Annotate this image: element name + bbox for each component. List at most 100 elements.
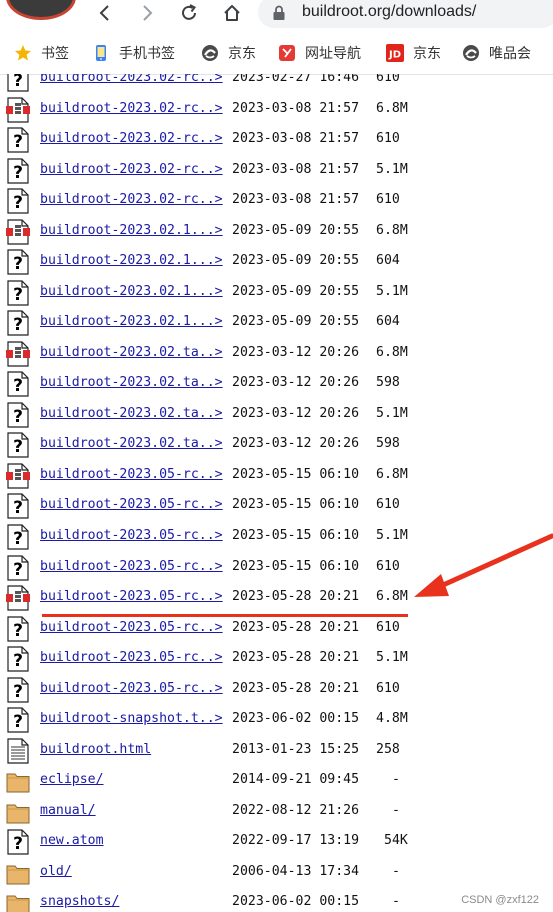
file-size: 610 [376, 192, 400, 208]
compressed-file-icon [6, 585, 30, 611]
back-button[interactable] [92, 0, 118, 26]
modified-date: 2023-03-08 21:57 [232, 192, 360, 208]
modified-date: 2023-03-12 20:26 [232, 405, 360, 421]
reload-button[interactable] [176, 0, 202, 26]
modified-date: 2022-09-17 13:19 [232, 833, 360, 849]
file-link[interactable]: buildroot-2023.02-rc..> [40, 74, 223, 85]
file-link[interactable]: buildroot-2023.02.1...> [40, 284, 223, 299]
home-icon [224, 5, 240, 21]
bookmark-item[interactable]: 书签 [14, 42, 69, 64]
file-link[interactable]: buildroot-2023.02-rc..> [40, 192, 223, 207]
modified-date: 2023-03-12 20:26 [232, 375, 360, 391]
modified-date: 2023-05-09 20:55 [232, 314, 360, 330]
file-size: 604 [376, 314, 400, 330]
svg-text:?: ? [13, 376, 23, 396]
file-link[interactable]: buildroot-2023.05-rc..> [40, 650, 223, 665]
unknown-file-icon: ? [6, 493, 30, 519]
home-button[interactable] [219, 0, 245, 26]
svg-text:?: ? [13, 254, 23, 274]
file-link[interactable]: buildroot-2023.05-rc..> [40, 528, 223, 543]
file-link[interactable]: buildroot-2023.05-rc..> [40, 589, 223, 604]
list-item: eclipse/2014-09-21 09:45 - [0, 766, 553, 796]
file-size: 5.1M [376, 161, 408, 177]
bookmarks-bar: 书签 手机书签 京东 网址导航 JD 京东 唯品会 [0, 32, 553, 75]
lock-icon[interactable] [272, 5, 286, 21]
unknown-file-icon: ? [6, 432, 30, 458]
bookmark-label: 网址导航 [305, 45, 361, 61]
svg-text:?: ? [13, 529, 23, 549]
modified-date: 2013-01-23 15:25 [232, 741, 360, 757]
bookmark-item[interactable]: 唯品会 [462, 42, 531, 64]
file-size: 54K [384, 833, 408, 849]
unknown-file-icon: ? [6, 127, 30, 153]
bookmark-item[interactable]: JD 京东 [386, 42, 441, 64]
file-link[interactable]: buildroot-snapshot.t..> [40, 711, 223, 726]
file-size: - [392, 772, 400, 788]
address-bar[interactable]: buildroot.org/downloads/ [258, 0, 553, 28]
modified-date: 2023-05-15 06:10 [232, 466, 360, 482]
file-size: 4.8M [376, 711, 408, 727]
unknown-file-icon: ? [6, 402, 30, 428]
modified-date: 2006-04-13 17:34 [232, 863, 360, 879]
svg-text:?: ? [13, 682, 23, 702]
file-size: 5.1M [376, 405, 408, 421]
unknown-file-icon: ? [6, 249, 30, 275]
file-link[interactable]: manual/ [40, 803, 96, 818]
file-link[interactable]: buildroot-2023.05-rc..> [40, 681, 223, 696]
file-link[interactable]: buildroot-2023.05-rc..> [40, 467, 223, 482]
list-item: buildroot-2023.05-rc..> 2023-05-15 06:10 6… [0, 461, 553, 491]
file-link[interactable]: buildroot.html [40, 742, 151, 757]
svg-text:?: ? [13, 651, 23, 671]
file-link[interactable]: buildroot-2023.02-rc..> [40, 162, 223, 177]
folder-icon [6, 768, 30, 794]
file-link[interactable]: buildroot-2023.05-rc..> [40, 620, 223, 635]
unknown-file-icon: ? [6, 280, 30, 306]
unknown-file-icon: ? [6, 707, 30, 733]
modified-date: 2023-03-12 20:26 [232, 436, 360, 452]
modified-date: 2023-05-09 20:55 [232, 222, 360, 238]
bookmark-label: 手机书签 [119, 45, 175, 61]
file-link[interactable]: old/ [40, 864, 72, 879]
file-link[interactable]: buildroot-2023.02.1...> [40, 253, 223, 268]
bookmark-item[interactable]: 手机书签 [92, 42, 175, 64]
forward-button[interactable] [134, 0, 160, 26]
file-size: 6.8M [376, 466, 408, 482]
list-item: old/2006-04-13 17:34 - [0, 858, 553, 888]
bookmark-item[interactable]: 京东 [201, 42, 256, 64]
modified-date: 2023-03-08 21:57 [232, 131, 360, 147]
svg-text:?: ? [13, 498, 23, 518]
unknown-file-icon: ? [6, 676, 30, 703]
file-link[interactable]: buildroot-2023.05-rc..> [40, 497, 223, 512]
file-link[interactable]: buildroot-2023.02.ta..> [40, 436, 223, 451]
file-link[interactable]: eclipse/ [40, 772, 104, 787]
modified-date: 2023-05-28 20:21 [232, 589, 360, 604]
nav-site-icon [278, 44, 296, 62]
file-link[interactable]: buildroot-2023.02.ta..> [40, 345, 223, 360]
file-link[interactable]: buildroot-2023.02.1...> [40, 223, 223, 238]
list-item: ? buildroot-2023.02.ta..> 2023-03-12 20:26… [0, 369, 553, 399]
svg-text:?: ? [13, 315, 23, 335]
bookmark-item[interactable]: 网址导航 [278, 42, 361, 64]
profile-avatar[interactable] [6, 0, 76, 20]
file-link[interactable]: buildroot-2023.02.ta..> [40, 406, 223, 421]
file-link[interactable]: buildroot-2023.02-rc..> [40, 131, 223, 146]
file-link[interactable]: buildroot-2023.02.1...> [40, 314, 223, 329]
file-link[interactable]: new.atom [40, 833, 104, 848]
file-link[interactable]: snapshots/ [40, 894, 119, 909]
file-link[interactable]: buildroot-2023.02.ta..> [40, 375, 223, 390]
svg-text:JD: JD [388, 50, 401, 61]
file-link[interactable]: buildroot-2023.05-rc..> [40, 559, 223, 574]
file-size: 6.8M [376, 222, 408, 238]
modified-date: 2023-05-15 06:10 [232, 528, 360, 543]
unknown-file-icon: ? [6, 371, 30, 397]
svg-text:?: ? [13, 285, 23, 305]
file-size: 598 [376, 375, 400, 391]
svg-text:?: ? [13, 437, 23, 457]
file-link[interactable]: buildroot-2023.02-rc..> [40, 101, 223, 116]
unknown-file-icon: ? [6, 74, 30, 92]
folder-icon [6, 799, 30, 825]
annotation-arrow [414, 533, 553, 597]
url-text[interactable]: buildroot.org/downloads/ [302, 3, 476, 21]
list-item: ? buildroot-2023.05-rc..> 2023-05-28 20:21… [0, 644, 553, 674]
unknown-file-icon: ? [6, 157, 30, 184]
